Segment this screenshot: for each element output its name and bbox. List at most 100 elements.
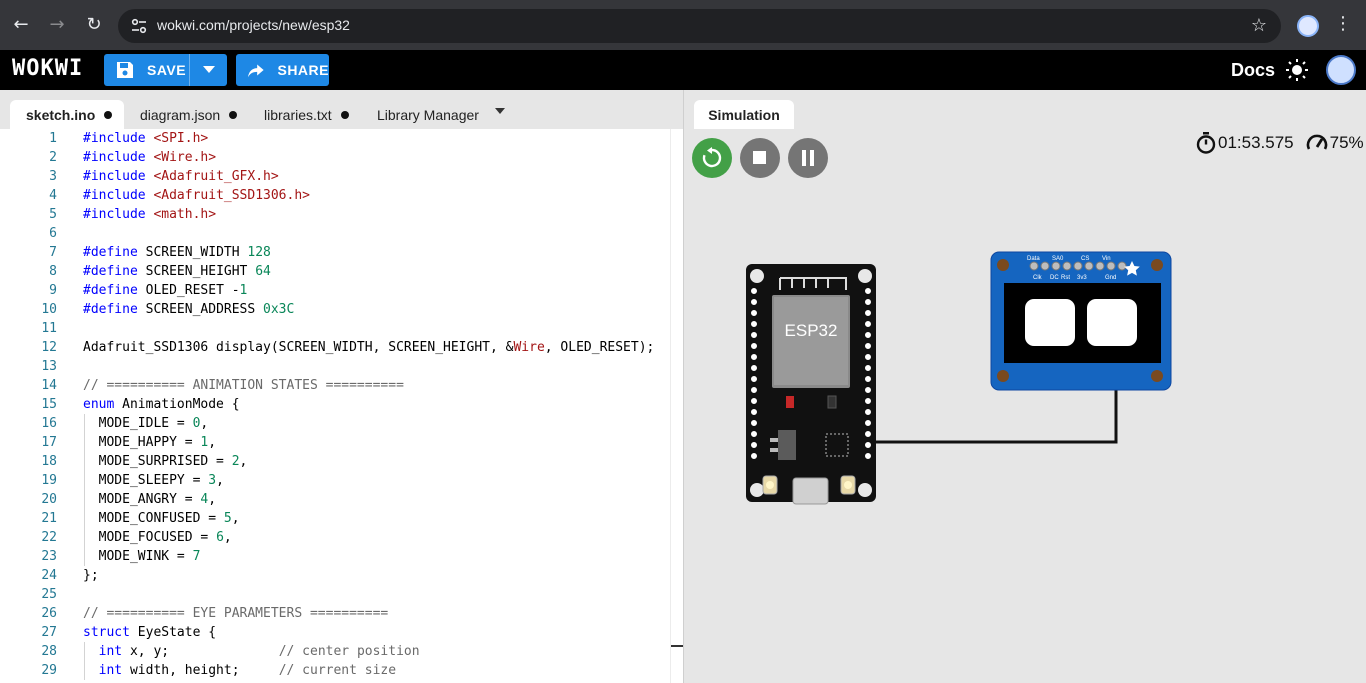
code-line[interactable]: 3 #include <Adafruit_GFX.h> [0,167,670,186]
code-text[interactable]: MODE_CONFUSED = 5, [83,509,240,528]
browser-toolbar: ← → ↻ wokwi.com/projects/new/esp32 ☆ ⋮ [0,0,1366,50]
app-header: WOKWI SAVE SHARE Docs [0,50,1366,90]
code-text[interactable]: MODE_HAPPY = 1, [83,433,216,452]
code-text[interactable]: // ========== EYE PARAMETERS ========== [83,604,388,623]
editor-scrollbar[interactable] [670,129,684,683]
line-number: 14 [41,378,57,393]
code-line[interactable]: 19 MODE_SLEEPY = 3, [0,471,670,490]
tab-diagram-json[interactable]: diagram.json [140,100,238,129]
oled-pins[interactable] [1029,261,1127,271]
code-text[interactable]: #include <math.h> [83,205,216,224]
code-line[interactable]: 5 #include <math.h> [0,205,670,224]
code-text[interactable]: #include <SPI.h> [83,129,208,148]
code-text[interactable]: // ========== ANIMATION STATES =========… [83,376,404,395]
line-number: 10 [41,302,57,317]
site-info-icon[interactable] [130,17,148,35]
code-line[interactable]: 4 #include <Adafruit_SSD1306.h> [0,186,670,205]
code-text[interactable]: enum AnimationMode { [83,395,240,414]
save-button[interactable]: SAVE [104,54,227,86]
code-line[interactable]: 14 // ========== ANIMATION STATES =======… [0,376,670,395]
code-text[interactable]: MODE_SLEEPY = 3, [83,471,224,490]
code-text[interactable]: #include <Adafruit_GFX.h> [83,167,279,186]
share-button[interactable]: SHARE [236,54,329,86]
line-number: 28 [41,644,57,659]
code-line[interactable]: 15 enum AnimationMode { [0,395,670,414]
code-text[interactable]: MODE_IDLE = 0, [83,414,209,433]
code-text[interactable]: #define SCREEN_WIDTH 128 [83,243,271,262]
editor-tabbar: sketch.ino diagram.json libraries.txt Li… [0,90,683,129]
line-number: 1 [49,131,57,146]
code-line[interactable]: 17 MODE_HAPPY = 1, [0,433,670,452]
unsaved-dot-icon [229,110,238,119]
code-text[interactable]: int x, y; // center position [83,642,420,661]
code-line[interactable]: 22 MODE_FOCUSED = 6, [0,528,670,547]
tabs-overflow-chevron-icon[interactable] [495,108,505,114]
code-line[interactable]: 28 int x, y; // center position [0,642,670,661]
code-area[interactable]: 1 #include <SPI.h> 2 #include <Wire.h> 3 #inc… [0,129,670,683]
tab-libraries-txt[interactable]: libraries.txt [264,100,349,129]
code-text[interactable]: #define SCREEN_HEIGHT 64 [83,262,271,281]
code-line[interactable]: 23 MODE_WINK = 7 [0,547,670,566]
code-line[interactable]: 7 #define SCREEN_WIDTH 128 [0,243,670,262]
browser-menu-icon[interactable]: ⋮ [1334,13,1352,34]
code-line[interactable]: 16 MODE_IDLE = 0, [0,414,670,433]
docs-link[interactable]: Docs [1231,60,1275,81]
code-text[interactable]: #define OLED_RESET -1 [83,281,247,300]
code-line[interactable]: 21 MODE_CONFUSED = 5, [0,509,670,528]
code-line[interactable]: 2 #include <Wire.h> [0,148,670,167]
code-line[interactable]: 9 #define OLED_RESET -1 [0,281,670,300]
code-line[interactable]: 29 int width, height; // current size [0,661,670,680]
tab-label: libraries.txt [264,106,332,123]
code-text[interactable]: MODE_ANGRY = 4, [83,490,216,509]
code-line[interactable]: 6 [0,224,670,243]
bookmark-star-icon[interactable]: ☆ [1251,15,1267,36]
line-number: 3 [49,169,57,184]
code-line[interactable]: 8 #define SCREEN_HEIGHT 64 [0,262,670,281]
svg-text:Clk: Clk [1033,275,1043,281]
tab-label: Library Manager [377,106,479,123]
tab-sketch-ino[interactable]: sketch.ino [10,100,124,129]
code-line[interactable]: 26 // ========== EYE PARAMETERS =========… [0,604,670,623]
code-line[interactable]: 25 [0,585,670,604]
code-text[interactable]: #define SCREEN_ADDRESS 0x3C [83,300,294,319]
code-line[interactable]: 10 #define SCREEN_ADDRESS 0x3C [0,300,670,319]
browser-profile-avatar[interactable] [1297,15,1319,37]
wokwi-logo[interactable]: WOKWI [12,56,83,81]
code-text[interactable]: MODE_SURPRISED = 2, [83,452,248,471]
code-text[interactable]: MODE_FOCUSED = 6, [83,528,232,547]
code-text[interactable]: #include <Adafruit_SSD1306.h> [83,186,310,205]
share-arrow-icon [247,64,264,78]
code-text[interactable]: Adafruit_SSD1306 display(SCREEN_WIDTH, S… [83,338,654,357]
reload-icon[interactable]: ↻ [82,13,106,37]
code-text[interactable]: #include <Wire.h> [83,148,216,167]
oled-display[interactable]: Data SA0 CS Vin Clk DC Rst 3v3 Gnd [990,251,1172,391]
esp32-board[interactable]: ESP32 [746,264,876,505]
user-avatar[interactable] [1326,55,1356,85]
svg-text:DC: DC [1050,275,1059,281]
line-number: 8 [49,264,57,279]
code-text[interactable]: int width, height; // current size [83,661,396,680]
code-line[interactable]: 13 [0,357,670,376]
code-line[interactable]: 24}; [0,566,670,585]
code-line[interactable]: 1 #include <SPI.h> [0,129,670,148]
url-text[interactable]: wokwi.com/projects/new/esp32 [157,17,350,33]
save-dropdown-button[interactable] [189,54,227,86]
svg-text:Vin: Vin [1102,256,1111,262]
tab-library-manager[interactable]: Library Manager [377,100,479,129]
theme-toggle-sun-icon[interactable] [1286,59,1308,81]
voltage-regulator [778,430,796,460]
svg-text:Rst: Rst [1061,275,1070,281]
code-line[interactable]: 18 MODE_SURPRISED = 2, [0,452,670,471]
svg-text:Data: Data [1027,256,1040,262]
code-line[interactable]: 12 Adafruit_SSD1306 display(SCREEN_WIDTH,… [0,338,670,357]
code-line[interactable]: 11 [0,319,670,338]
code-text[interactable]: MODE_WINK = 7 [83,547,201,566]
address-bar[interactable]: wokwi.com/projects/new/esp32 ☆ [118,9,1281,43]
code-line[interactable]: 20 MODE_ANGRY = 4, [0,490,670,509]
code-line[interactable]: 27 struct EyeState { [0,623,670,642]
back-icon[interactable]: ← [9,13,33,37]
code-text[interactable]: }; [83,566,99,585]
forward-icon[interactable]: → [45,13,69,37]
circuit-canvas[interactable]: ESP32 Data SA0 CS Vin Clk DC Rst 3v3 Gnd [684,90,1366,683]
code-text[interactable]: struct EyeState { [83,623,216,642]
